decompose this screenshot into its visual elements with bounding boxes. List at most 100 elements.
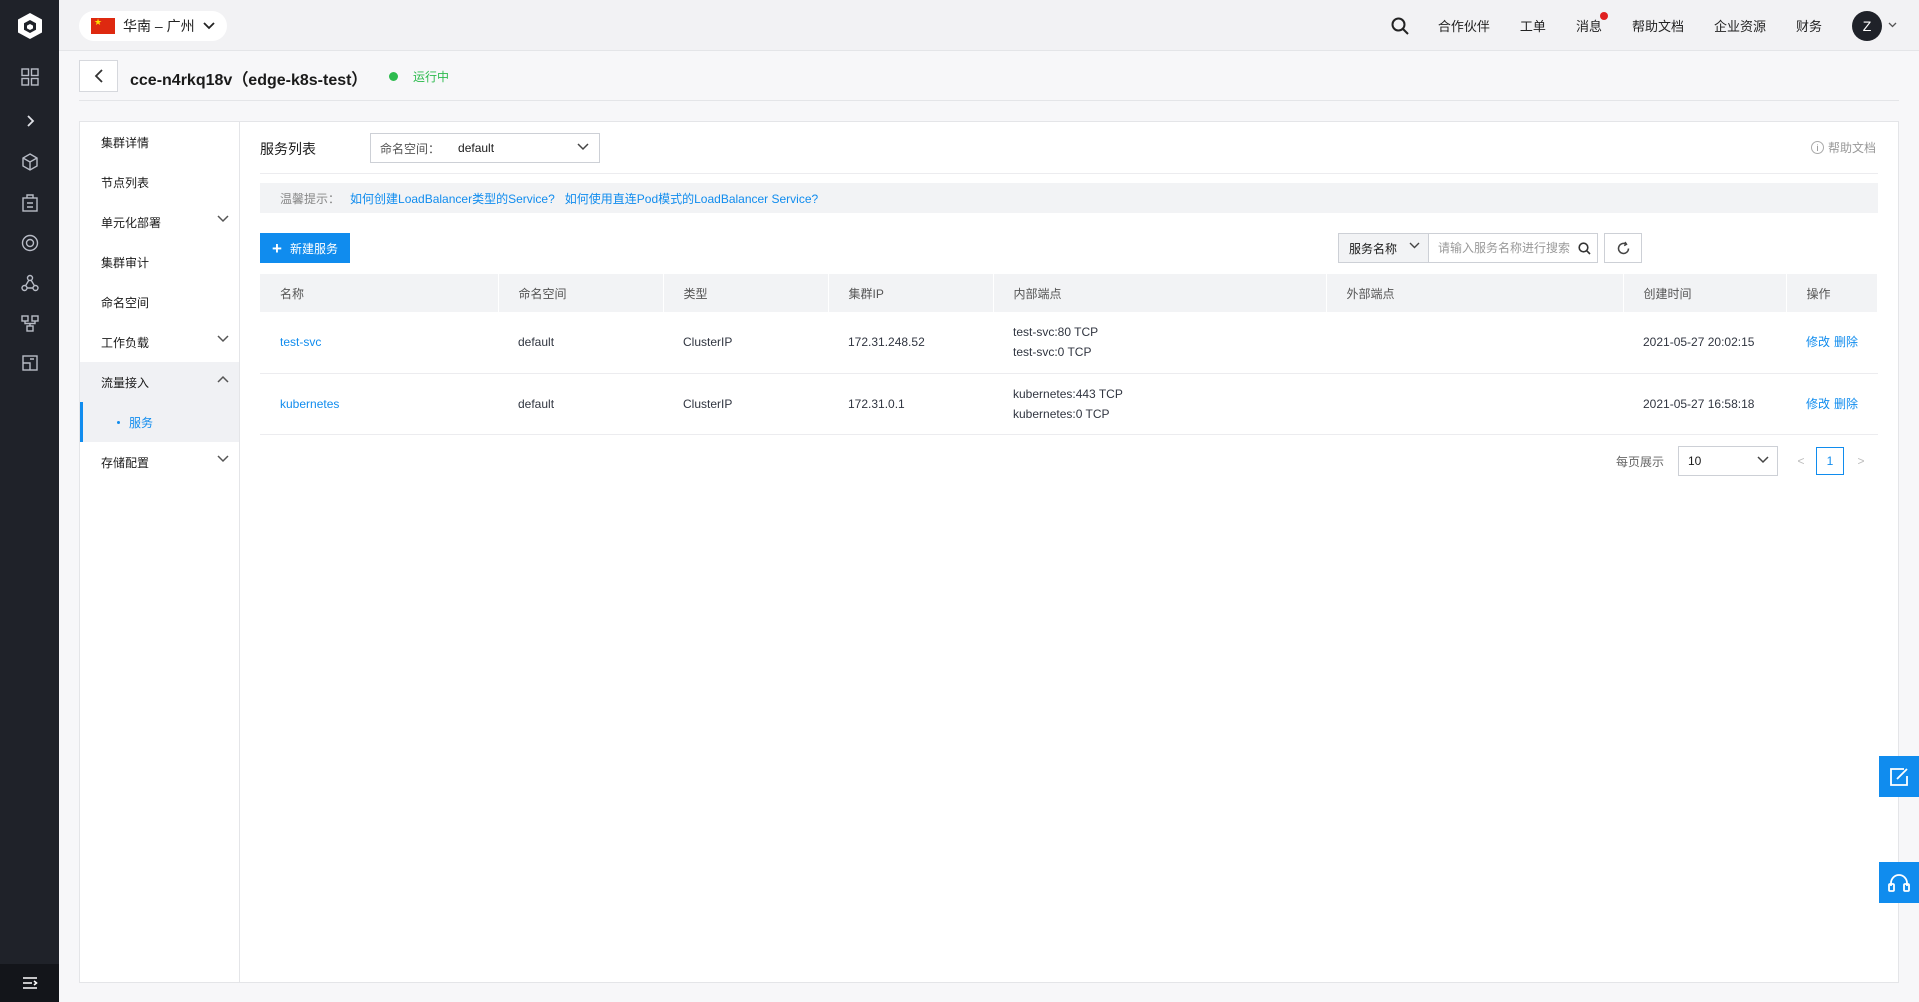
service-link[interactable]: kubernetes [280,397,339,411]
dashboard-grid-icon[interactable] [0,57,59,97]
prev-page-button[interactable]: < [1792,454,1810,468]
subnav-label: 存储配置 [101,455,150,470]
col-internal-endpoints: 内部端点 [993,274,1327,312]
region-selector[interactable]: 华南 – 广州 [79,11,227,41]
building-icon[interactable] [0,183,59,223]
nav-help-docs[interactable]: 帮助文档 [1632,16,1684,35]
delete-link[interactable]: 删除 [1834,335,1858,349]
unread-dot [1599,12,1608,20]
status-badge: 运行中 [413,70,450,84]
help-doc-label: 帮助文档 [1827,141,1876,155]
new-service-button[interactable]: + 新建服务 [260,233,350,263]
subnav-item-services[interactable]: 服务 [80,402,239,442]
subnav-item-traffic[interactable]: 流量接入 [80,362,239,402]
subnav-item-cluster-audit[interactable]: 集群审计 [80,242,239,282]
cell-external-endpoints [1326,373,1623,435]
endpoint: test-svc:80 TCP [1013,325,1099,340]
edit-icon [1890,767,1908,786]
brand-logo-icon[interactable] [0,0,59,51]
info-icon: i [1810,141,1824,154]
search-icon[interactable] [1380,0,1420,51]
subnav-label: 节点列表 [101,175,150,190]
subnav-item-cluster-details[interactable]: 集群详情 [80,122,239,162]
subnav-label: 命名空间 [101,295,150,310]
subnav-item-unit-deploy[interactable]: 单元化部署 [80,202,239,242]
table-row: kubernetes default ClusterIP 172.31.0.1 … [260,373,1878,435]
nav-partners[interactable]: 合作伙伴 [1438,16,1490,35]
topology-icon[interactable] [0,303,59,343]
product-cube-icon[interactable] [0,142,59,182]
services-table: 名称 命名空间 类型 集群IP 内部端点 外部端点 创建时间 操作 test-s… [260,274,1878,435]
nav-enterprise-resources[interactable]: 企业资源 [1714,16,1766,35]
menu-list-icon[interactable] [0,964,59,1002]
search-input[interactable] [1429,234,1571,262]
nav-messages[interactable]: 消息 [1575,12,1608,35]
page-size-label: 每页展示 [1615,454,1664,469]
chevron-down-icon [202,22,215,30]
cell-type: ClusterIP [663,312,828,374]
cell-namespace: default [498,373,663,435]
nav-messages-label: 消息 [1575,19,1602,34]
subnav-label: 工作负载 [101,335,150,350]
nav-tickets[interactable]: 工单 [1520,16,1546,35]
edit-link[interactable]: 修改 [1806,335,1830,349]
search-icon[interactable] [1571,234,1597,262]
subnav-label: 服务 [129,415,154,430]
cell-cluster-ip: 172.31.0.1 [828,373,993,435]
col-created: 创建时间 [1623,274,1787,312]
search-filter: 服务名称 [1338,233,1598,263]
delete-link[interactable]: 删除 [1834,397,1858,411]
cell-cluster-ip: 172.31.248.52 [828,312,993,374]
endpoint: kubernetes:0 TCP [1013,406,1110,421]
page-size-select[interactable]: 10 [1678,446,1778,476]
tip-link-direct-pod[interactable]: 如何使用直连Pod模式的LoadBalancer Service? [565,190,818,207]
chevron-down-icon [217,215,229,223]
cell-type: ClusterIP [663,373,828,435]
service-link[interactable]: test-svc [280,335,321,349]
avatar-chevron-down-icon[interactable] [1888,20,1897,31]
chevron-down-icon [1757,456,1769,464]
avatar[interactable]: Z [1852,10,1882,41]
col-cluster-ip: 集群IP [828,274,994,312]
chevron-down-icon [217,455,229,463]
subnav-item-workloads[interactable]: 工作负载 [80,322,239,362]
target-icon[interactable] [0,223,59,263]
cell-created: 2021-05-27 20:02:15 [1623,312,1786,374]
back-button[interactable] [79,60,118,92]
subnav-item-namespaces[interactable]: 命名空间 [80,282,239,322]
feedback-edit-button[interactable] [1879,756,1919,797]
plus-icon: + [272,238,282,258]
table-row: test-svc default ClusterIP 172.31.248.52… [260,312,1878,374]
namespace-select[interactable]: 命名空间： default [370,133,600,163]
cell-external-endpoints [1326,312,1623,374]
refresh-button[interactable] [1604,233,1642,263]
col-actions: 操作 [1786,274,1878,312]
tip-label: 温馨提示： [280,191,341,206]
endpoint: kubernetes:443 TCP [1013,386,1123,401]
col-type: 类型 [663,274,829,312]
filter-key-select[interactable]: 服务名称 [1339,234,1429,262]
expand-chevron-icon[interactable] [0,101,59,141]
help-doc-link[interactable]: i 帮助文档 [1810,139,1876,156]
main-panel: 集群详情 节点列表 单元化部署 集群审计 命名空间 工作负载 流量接入 服务 存… [79,121,1899,983]
monitor-panel-icon[interactable] [0,343,59,383]
region-label: 华南 – 广州 [123,18,195,34]
cell-internal-endpoints: kubernetes:443 TCP kubernetes:0 TCP [993,373,1326,435]
col-external-endpoints: 外部端点 [1326,274,1624,312]
tip-link-loadbalancer[interactable]: 如何创建LoadBalancer类型的Service? [350,190,555,207]
divider [260,173,1878,174]
page-number-button[interactable]: 1 [1816,447,1844,475]
next-page-button[interactable]: > [1852,454,1870,468]
top-nav: 合作伙伴 工单 消息 帮助文档 企业资源 财务 Z [1380,0,1919,51]
support-headset-button[interactable] [1879,862,1919,903]
page-header: cce-n4rkq18v（edge-k8s-test） 运行中 [79,51,1899,101]
network-nodes-icon[interactable] [0,263,59,303]
cell-created: 2021-05-27 16:58:18 [1623,373,1786,435]
pagination: 每页展示 10 < 1 > [1616,446,1876,476]
services-content: 服务列表 命名空间： default i 帮助文档 温馨提示： 如何创建Load… [240,122,1898,982]
subnav-item-node-list[interactable]: 节点列表 [80,162,239,202]
edit-link[interactable]: 修改 [1806,397,1830,411]
nav-finance[interactable]: 财务 [1796,16,1822,35]
subnav-item-storage[interactable]: 存储配置 [80,442,239,482]
refresh-icon [1617,241,1629,254]
